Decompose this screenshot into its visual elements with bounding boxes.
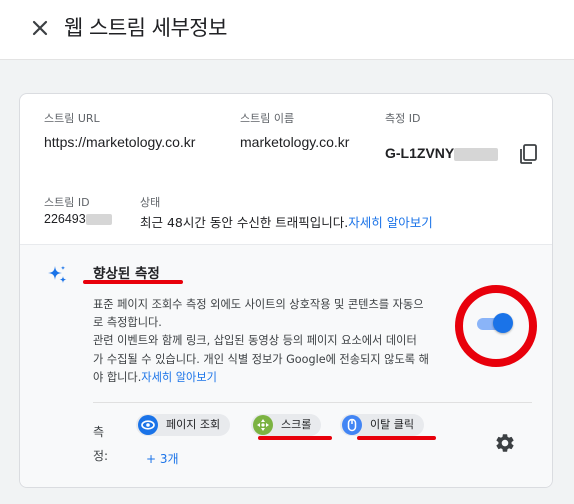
chip-label: 스크롤 — [281, 418, 312, 431]
more-events-link[interactable]: + 3개 — [146, 450, 179, 467]
description-learn-more-link[interactable]: 자세히 알아보기 — [141, 371, 217, 384]
status-learn-more-link[interactable]: 자세히 알아보기 — [348, 215, 432, 230]
stream-id: 226493 — [44, 212, 112, 226]
enhanced-measurement-toggle[interactable] — [477, 313, 515, 335]
measuring-label: 측 정: — [93, 425, 109, 463]
description-line: 관련 이벤트와 함께 링크, 삽입된 동영상 등의 페이지 요소에서 데이터 — [93, 334, 417, 348]
copy-icon[interactable] — [516, 142, 540, 166]
description-line: 가 수집될 수 있습니다. 개인 식별 정보가 Google에 전송되지 않도록… — [93, 352, 429, 366]
redacted-blur — [454, 147, 499, 161]
page-title: 웹 스트림 세부정보 — [64, 16, 227, 40]
gear-icon[interactable] — [494, 432, 516, 454]
description-line: 표준 페이지 조회수 측정 외에도 사이트의 상호작용 및 콘텐츠를 자동으 — [93, 298, 424, 311]
status-text: 최근 48시간 동안 수신한 트래픽입니다. — [140, 215, 349, 230]
scroll-crosshair-icon — [253, 415, 273, 435]
description-line-with-link: 야 합니다.자세히 알아보기 — [93, 370, 217, 384]
chip-scroll[interactable]: 스크롤 — [251, 414, 322, 436]
description-line: 로 측정합니다. — [93, 316, 162, 330]
stream-id-label: 스트림 ID — [44, 196, 90, 209]
page-header: 웹 스트림 세부정보 — [0, 0, 574, 60]
sparkle-icon — [48, 265, 67, 284]
annotation-underline — [258, 436, 332, 440]
chip-page-views[interactable]: 페이지 조회 — [136, 414, 231, 436]
stream-url-value: https://marketology.co.kr — [44, 134, 196, 150]
stream-id-value: 226493 — [44, 212, 86, 226]
chip-label: 페이지 조회 — [166, 418, 221, 431]
stream-name-label: 스트림 이름 — [240, 112, 295, 125]
status-line: 최근 48시간 동안 수신한 트래픽입니다.자세히 알아보기 — [140, 212, 433, 231]
enhanced-measurement-description: 표준 페이지 조회수 측정 외에도 사이트의 상호작용 및 콘텐츠를 자동으 로… — [93, 296, 493, 387]
toggle-knob — [493, 313, 513, 333]
measurement-id: G-L1ZVNY — [385, 145, 499, 161]
close-icon[interactable] — [27, 15, 53, 41]
annotation-underline — [357, 436, 436, 440]
stream-url-label: 스트림 URL — [44, 112, 100, 125]
measurement-id-label: 측정 ID — [385, 112, 421, 125]
mouse-icon — [342, 415, 362, 435]
chip-outbound-clicks[interactable]: 이탈 클릭 — [340, 414, 424, 436]
status-label: 상태 — [140, 196, 161, 209]
redacted-blur — [85, 214, 112, 226]
enhanced-measurement-title: 향상된 측정 — [93, 266, 160, 282]
stream-name-value: marketology.co.kr — [240, 134, 350, 150]
measurement-divider — [93, 402, 532, 403]
eye-icon — [138, 415, 158, 435]
chip-label: 이탈 클릭 — [370, 418, 414, 431]
measurement-id-value: G-L1ZVNY — [385, 145, 455, 161]
annotation-underline — [83, 280, 183, 284]
stream-details-card: 스트림 URL https://marketology.co.kr 스트림 이름… — [19, 93, 553, 488]
